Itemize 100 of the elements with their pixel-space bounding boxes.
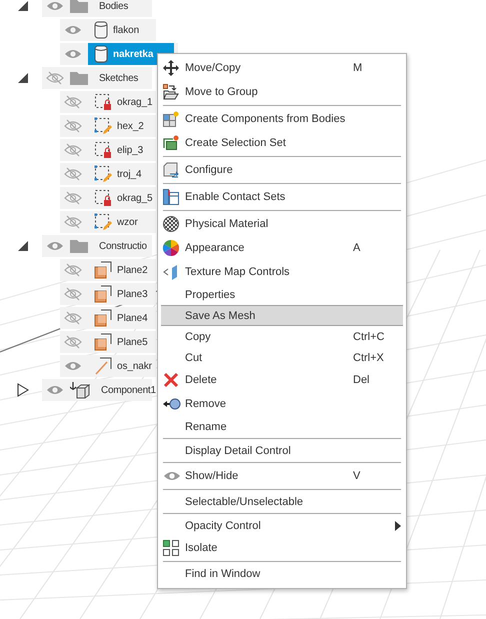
folder-icon — [70, 0, 88, 13]
eye-icon[interactable] — [64, 24, 82, 36]
sketch-lock-icon — [94, 93, 112, 111]
sketch-pencil-icon — [94, 165, 112, 183]
tree-node[interactable]: troj_4 — [60, 163, 156, 185]
eye-icon — [163, 470, 181, 482]
menu-item[interactable]: Rename — [161, 416, 403, 437]
tree-node[interactable]: Plane5 — [60, 331, 156, 353]
eye-hidden-icon[interactable] — [64, 263, 82, 277]
menu-item[interactable]: Delete Del — [161, 368, 403, 392]
node-label: troj_4 — [117, 168, 142, 180]
collapse-triangle-icon[interactable] — [17, 0, 29, 12]
menu-item[interactable]: Opacity Control — [161, 515, 403, 536]
node-label: flakon — [113, 24, 140, 36]
menu-item[interactable]: Find in Window — [161, 563, 403, 584]
menu-item[interactable]: Properties — [161, 284, 403, 305]
collapse-triangle-icon[interactable] — [17, 72, 29, 84]
eye-hidden-icon[interactable] — [64, 143, 82, 157]
tree-node[interactable]: okrag_1 — [60, 91, 156, 113]
eye-hidden-icon[interactable] — [64, 95, 82, 109]
collapse-triangle-icon[interactable] — [17, 240, 29, 252]
isolate-icon — [163, 540, 179, 556]
menu-item[interactable]: Move to Group — [161, 80, 403, 104]
axis-icon — [94, 357, 112, 375]
folder-icon — [70, 239, 88, 253]
plane-icon — [94, 285, 112, 303]
node-label: hex_2 — [117, 120, 144, 132]
eye-icon[interactable] — [46, 0, 64, 12]
menu-item[interactable]: Show/Hide V — [161, 464, 403, 488]
sketch-lock-icon — [94, 189, 112, 207]
tree-node[interactable]: wzor — [60, 211, 156, 233]
node-label: Constructio — [99, 240, 147, 252]
node-label: Bodies — [99, 0, 128, 12]
node-label: nakretka — [113, 48, 154, 60]
eye-icon[interactable] — [46, 384, 64, 396]
submenu-arrow-icon — [395, 520, 401, 530]
tree-node[interactable]: os_nakr — [60, 355, 156, 377]
plane-icon — [94, 333, 112, 351]
eye-hidden-icon[interactable] — [64, 215, 82, 229]
sketch-pencil-icon — [94, 117, 112, 135]
body-icon — [94, 45, 108, 63]
node-label: Plane2 — [117, 264, 148, 276]
components-icon — [163, 111, 179, 127]
texture-map-icon — [163, 264, 179, 280]
eye-hidden-icon[interactable] — [46, 71, 64, 85]
delete-icon — [163, 372, 179, 388]
node-label: Plane5 — [117, 336, 148, 348]
menu-item[interactable]: Copy Ctrl+C — [161, 326, 403, 347]
tree-node[interactable]: Bodies — [42, 0, 152, 17]
eye-hidden-icon[interactable] — [64, 335, 82, 349]
eye-hidden-icon[interactable] — [64, 167, 82, 181]
tree-node[interactable]: flakon — [60, 19, 156, 41]
tree-node[interactable]: okrag_5 — [60, 187, 156, 209]
remove-icon — [163, 397, 181, 411]
menu-item[interactable]: Configure — [161, 158, 403, 182]
menu-item[interactable]: Save As Mesh — [161, 305, 403, 326]
menu-item[interactable]: Selectable/Unselectable — [161, 491, 403, 512]
color-wheel-icon — [163, 240, 179, 256]
menu-item[interactable]: Display Detail Control — [161, 440, 403, 461]
menu-item[interactable]: Create Components from Bodies — [161, 107, 403, 131]
eye-icon[interactable] — [64, 48, 82, 60]
tree-node[interactable]: elip_3 — [60, 139, 156, 161]
sketch-lock-icon — [94, 141, 112, 159]
menu-item[interactable]: Isolate — [161, 536, 403, 560]
menu-item[interactable]: Create Selection Set — [161, 131, 403, 155]
contact-sets-icon — [163, 189, 179, 205]
node-label: Plane3 — [117, 288, 148, 300]
node-label: Sketches — [99, 72, 138, 84]
tree-node[interactable]: Sketches — [42, 67, 152, 89]
sketch-pencil-icon — [94, 213, 112, 231]
move-arrows-icon — [163, 60, 179, 76]
eye-icon[interactable] — [46, 240, 64, 252]
tree-node[interactable]: Plane4 — [60, 307, 156, 329]
node-label: okrag_5 — [117, 192, 152, 204]
tree-node[interactable]: Constructio — [42, 235, 152, 257]
body-icon — [94, 21, 108, 39]
menu-item[interactable]: Physical Material — [161, 212, 403, 236]
menu-item[interactable]: Texture Map Controls — [161, 260, 403, 284]
expand-triangle-icon[interactable] — [17, 383, 29, 397]
eye-hidden-icon[interactable] — [64, 191, 82, 205]
box-arrows-icon — [163, 162, 179, 178]
menu-item[interactable]: Appearance A — [161, 236, 403, 260]
menu-item[interactable]: Enable Contact Sets — [161, 185, 403, 209]
tree-node[interactable]: hex_2 — [60, 115, 156, 137]
eye-hidden-icon[interactable] — [64, 287, 82, 301]
tree-node[interactable]: Plane3 — [60, 283, 156, 305]
checker-ball-icon — [163, 216, 179, 232]
eye-icon[interactable] — [64, 360, 82, 372]
node-label: os_nakr — [117, 360, 152, 372]
eye-hidden-icon[interactable] — [64, 311, 82, 325]
tree-node[interactable]: Plane2 — [60, 259, 156, 281]
plane-icon — [94, 261, 112, 279]
menu-item[interactable]: Cut Ctrl+X — [161, 347, 403, 368]
menu-item[interactable]: Remove — [161, 392, 403, 416]
node-label: Plane4 — [117, 312, 148, 324]
node-label: wzor — [117, 216, 138, 228]
selection-set-icon — [163, 135, 179, 151]
eye-hidden-icon[interactable] — [64, 119, 82, 133]
node-label: okrag_1 — [117, 96, 152, 108]
folder-icon — [70, 71, 88, 85]
